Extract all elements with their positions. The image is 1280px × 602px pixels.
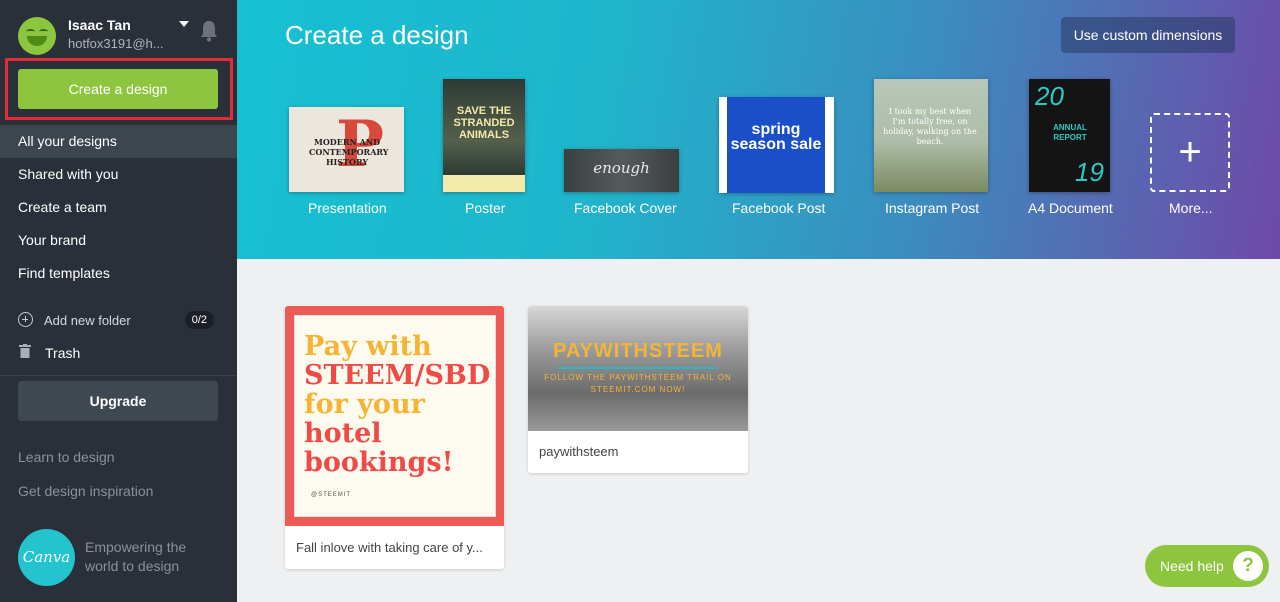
template-label: Poster — [465, 200, 506, 216]
design-title: Fall inlove with taking care of y... — [296, 540, 483, 555]
template-label: Presentation — [308, 200, 387, 216]
sidebar-item-templates[interactable]: Find templates — [0, 257, 237, 290]
template-thumbnail: spring season sale — [719, 97, 834, 193]
design-inspiration-link[interactable]: Get design inspiration — [18, 483, 153, 499]
create-design-button[interactable]: Create a design — [18, 69, 218, 109]
sidebar-divider — [0, 375, 237, 376]
trash-link[interactable]: Trash — [18, 341, 218, 363]
add-folder-button[interactable]: Add new folder 0/2 — [18, 309, 218, 331]
upgrade-button[interactable]: Upgrade — [18, 381, 218, 421]
sidebar-item-all-designs[interactable]: All your designs — [0, 125, 251, 158]
bell-icon[interactable] — [198, 19, 220, 43]
template-label: A4 Document — [1028, 200, 1113, 216]
sidebar-item-shared[interactable]: Shared with you — [0, 158, 237, 191]
trash-label: Trash — [45, 345, 81, 361]
design-thumbnail: PAYWITHSTEEM FOLLOW THE PAYWITHSTEEM TRA… — [528, 306, 748, 431]
canva-logo: Canva — [18, 529, 75, 586]
more-templates-tile: + — [1150, 113, 1230, 192]
sidebar-item-brand[interactable]: Your brand — [0, 224, 237, 257]
template-thumbnail: P MODERN AND CONTEMPORARY HISTORY — [289, 107, 404, 192]
template-label: Instagram Post — [885, 200, 980, 216]
user-name: Isaac Tan — [68, 17, 131, 33]
create-design-highlight: Create a design — [5, 58, 233, 120]
template-thumbnail: 20 ANNUAL REPORT 19 — [1029, 79, 1110, 192]
template-thumbnail: enough — [564, 149, 679, 192]
plus-icon: + — [1178, 130, 1202, 174]
template-thumbnail: I took my best when I'm totally free, on… — [874, 79, 988, 192]
avatar — [18, 17, 56, 55]
user-email: hotfox3191@h... — [68, 36, 164, 51]
design-thumbnail: Pay with STEEM/SBD for your hotel bookin… — [285, 306, 504, 526]
plus-circle-icon — [18, 312, 33, 327]
trash-icon — [19, 344, 31, 358]
add-folder-label: Add new folder — [44, 313, 131, 328]
folder-count-badge: 0/2 — [184, 311, 214, 329]
template-label: Facebook Cover — [574, 200, 677, 216]
user-menu[interactable]: Isaac Tan hotfox3191@h... — [18, 15, 223, 57]
need-help-label: Need help — [1160, 558, 1224, 574]
tagline: Empowering the world to design — [85, 539, 187, 574]
template-label: More... — [1169, 200, 1213, 216]
template-thumbnail: SAVE THE STRANDED ANIMALS — [443, 79, 525, 192]
page-title: Create a design — [285, 20, 469, 50]
sidebar-nav: All your designs Shared with you Create … — [0, 125, 251, 290]
sidebar: Isaac Tan hotfox3191@h... Create a desig… — [0, 0, 251, 602]
design-card[interactable]: PAYWITHSTEEM FOLLOW THE PAYWITHSTEEM TRA… — [528, 306, 748, 473]
custom-dimensions-button[interactable]: Use custom dimensions — [1061, 17, 1235, 53]
template-label: Facebook Post — [732, 200, 826, 216]
design-card[interactable]: Pay with STEEM/SBD for your hotel bookin… — [285, 306, 504, 569]
question-icon: ? — [1233, 551, 1263, 581]
learn-to-design-link[interactable]: Learn to design — [18, 449, 115, 465]
need-help-button[interactable]: Need help ? — [1145, 545, 1269, 587]
design-title: paywithsteem — [539, 444, 619, 459]
sidebar-item-create-team[interactable]: Create a team — [0, 191, 237, 224]
chevron-down-icon[interactable] — [179, 21, 189, 27]
create-design-hero: Create a design Use custom dimensions P … — [237, 0, 1280, 259]
